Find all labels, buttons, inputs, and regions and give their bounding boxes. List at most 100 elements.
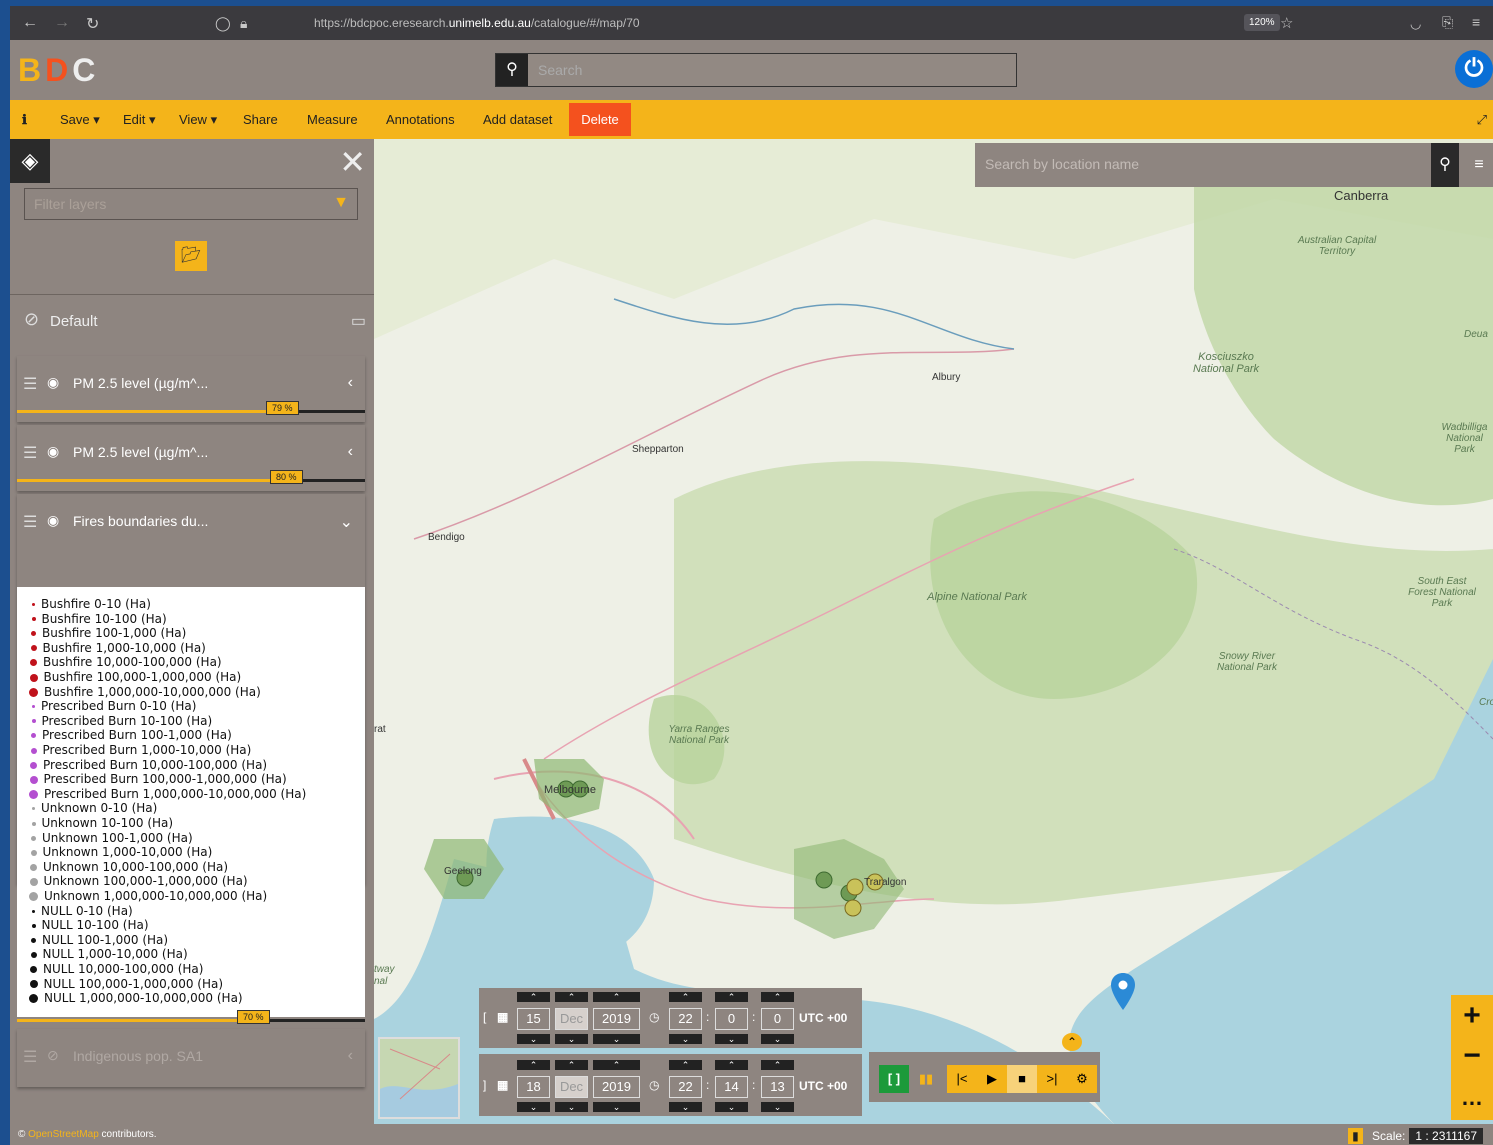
save-menu[interactable]: Save ▾	[60, 112, 100, 128]
bookmark-star-icon[interactable]: ☆	[1280, 14, 1293, 32]
search-icon[interactable]: ⚲	[1431, 143, 1459, 187]
gear-icon[interactable]: ⚙	[1067, 1065, 1097, 1093]
month-field[interactable]: Dec	[555, 1076, 588, 1098]
bdc-logo[interactable]: BDC	[18, 52, 99, 89]
zoom-out-icon[interactable]: −	[1451, 1039, 1493, 1073]
year-field[interactable]: 2019	[593, 1076, 640, 1098]
annotations-button[interactable]: Annotations	[386, 112, 455, 127]
chevron-left-icon[interactable]: ‹	[348, 443, 353, 461]
month-up-arrow[interactable]: ⌃	[555, 992, 588, 1002]
drag-handle-icon[interactable]: ☰	[23, 512, 37, 532]
folder-open-icon[interactable]: ▭	[351, 311, 366, 331]
opacity-slider[interactable]: 70 %	[17, 1010, 365, 1024]
overview-minimap[interactable]	[378, 1037, 460, 1119]
mouse-icon[interactable]: ▮	[1348, 1128, 1363, 1144]
more-options-icon[interactable]: …	[1451, 1085, 1493, 1111]
eye-slash-icon[interactable]: ⊘	[24, 309, 39, 330]
map-pin-icon[interactable]	[1110, 972, 1136, 1012]
lock-range-icon[interactable]: ▮▮	[911, 1065, 941, 1093]
search-input[interactable]: Search	[538, 62, 582, 78]
month-field[interactable]: Dec	[555, 1008, 588, 1030]
month-up-arrow[interactable]: ⌃	[555, 1060, 588, 1070]
skip-end-icon[interactable]: >|	[1037, 1065, 1067, 1093]
eye-slash-icon[interactable]: ⊘	[47, 1047, 59, 1064]
layer-indigenous-pop[interactable]: ☰ ⊘ Indigenous pop. SA1 ‹	[17, 1029, 365, 1087]
year-up-arrow[interactable]: ⌃	[593, 1060, 640, 1070]
hour-down-arrow[interactable]: ⌄	[669, 1102, 702, 1112]
year-up-arrow[interactable]: ⌃	[593, 992, 640, 1002]
stop-icon[interactable]: ■	[1007, 1065, 1037, 1093]
day-field[interactable]: 18	[517, 1076, 550, 1098]
year-down-arrow[interactable]: ⌄	[593, 1034, 640, 1044]
reload-icon[interactable]: ↻	[86, 14, 99, 34]
info-icon[interactable]: ℹ	[22, 112, 27, 128]
share-button[interactable]: Share	[243, 112, 278, 127]
hour-up-arrow[interactable]: ⌃	[669, 992, 702, 1002]
menu-icon[interactable]: ≡	[1472, 14, 1480, 30]
minute-down-arrow[interactable]: ⌄	[715, 1034, 748, 1044]
address-bar[interactable]: https://bdcpoc.eresearch.unimelb.edu.au/…	[314, 16, 640, 30]
second-field[interactable]: 13	[761, 1076, 794, 1098]
location-search[interactable]: Search by location name ⚲ ≡	[975, 143, 1493, 187]
pocket-icon[interactable]: ◡	[1410, 16, 1421, 32]
year-down-arrow[interactable]: ⌄	[593, 1102, 640, 1112]
drag-handle-icon[interactable]: ☰	[23, 443, 37, 463]
month-down-arrow[interactable]: ⌄	[555, 1034, 588, 1044]
opacity-value[interactable]: 80 %	[270, 470, 303, 484]
eye-icon[interactable]: ◉	[47, 443, 59, 460]
lock-icon[interactable]: 🔒︎	[240, 15, 247, 32]
day-down-arrow[interactable]: ⌄	[517, 1034, 550, 1044]
hour-down-arrow[interactable]: ⌄	[669, 1034, 702, 1044]
day-up-arrow[interactable]: ⌃	[517, 992, 550, 1002]
minute-up-arrow[interactable]: ⌃	[715, 1060, 748, 1070]
day-field[interactable]: 15	[517, 1008, 550, 1030]
search-icon[interactable]: ⚲	[496, 54, 528, 86]
range-bracket-icon[interactable]: [ ]	[879, 1065, 909, 1093]
calendar-icon[interactable]: ▦	[497, 1078, 508, 1092]
layer-group-default[interactable]: ⊘ Default ▭	[10, 294, 374, 355]
day-up-arrow[interactable]: ⌃	[517, 1060, 550, 1070]
day-down-arrow[interactable]: ⌄	[517, 1102, 550, 1112]
calendar-icon[interactable]: ▦	[497, 1010, 508, 1024]
second-up-arrow[interactable]: ⌃	[761, 992, 794, 1002]
chevron-up-icon[interactable]: ⌃	[1062, 1033, 1082, 1051]
measure-button[interactable]: Measure	[307, 112, 358, 127]
minute-down-arrow[interactable]: ⌄	[715, 1102, 748, 1112]
hour-field[interactable]: 22	[669, 1008, 702, 1030]
skip-start-icon[interactable]: |<	[947, 1065, 977, 1093]
minute-field[interactable]: 14	[715, 1076, 748, 1098]
chevron-down-icon[interactable]: ⌄	[340, 512, 353, 532]
hour-field[interactable]: 22	[669, 1076, 702, 1098]
extensions-icon[interactable]: ⎘	[1442, 14, 1453, 31]
chevron-left-icon[interactable]: ‹	[348, 374, 353, 392]
delete-button[interactable]: Delete	[569, 103, 631, 136]
month-down-arrow[interactable]: ⌄	[555, 1102, 588, 1112]
osm-link[interactable]: OpenStreetMap	[28, 1129, 99, 1140]
second-up-arrow[interactable]: ⌃	[761, 1060, 794, 1070]
play-icon[interactable]: ▶	[977, 1065, 1007, 1093]
opacity-slider[interactable]: 80 %	[17, 470, 365, 484]
power-icon[interactable]: ⏻	[1455, 50, 1493, 88]
global-search[interactable]: ⚲ Search	[495, 53, 1017, 87]
view-menu[interactable]: View ▾	[179, 112, 217, 128]
edit-menu[interactable]: Edit ▾	[123, 112, 156, 128]
second-down-arrow[interactable]: ⌄	[761, 1034, 794, 1044]
minute-field[interactable]: 0	[715, 1008, 748, 1030]
hour-up-arrow[interactable]: ⌃	[669, 1060, 702, 1070]
location-search-input[interactable]: Search by location name	[985, 156, 1139, 172]
add-folder-icon[interactable]: 📂︎	[175, 241, 207, 271]
map-canvas[interactable]: Search by location name ⚲ ≡ Canberra Aus…	[374, 139, 1493, 1124]
minute-up-arrow[interactable]: ⌃	[715, 992, 748, 1002]
forward-arrow-icon[interactable]: →	[54, 14, 70, 32]
layer-pm25-1[interactable]: ☰ ◉ PM 2.5 level (µg/m^... ‹ 79 %	[17, 356, 365, 422]
opacity-value[interactable]: 79 %	[266, 401, 299, 415]
eye-icon[interactable]: ◉	[47, 374, 59, 391]
shield-icon[interactable]: ◯	[215, 15, 231, 32]
back-arrow-icon[interactable]: ←	[22, 14, 38, 32]
expand-icon[interactable]: ⤢	[1477, 112, 1487, 128]
chevron-left-icon[interactable]: ‹	[348, 1047, 353, 1065]
eye-icon[interactable]: ◉	[47, 512, 59, 529]
add-dataset-button[interactable]: Add dataset	[483, 112, 552, 127]
layer-pm25-2[interactable]: ☰ ◉ PM 2.5 level (µg/m^... ‹ 80 %	[17, 425, 365, 491]
filter-icon[interactable]: ▼	[333, 194, 349, 212]
